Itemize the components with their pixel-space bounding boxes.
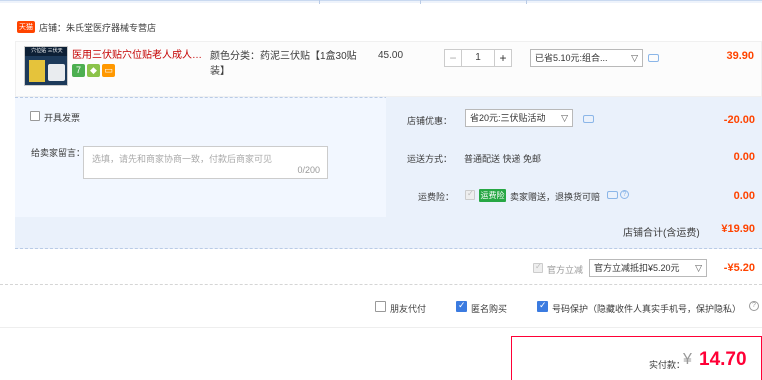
official-discount-label: 官方立减 (547, 265, 584, 275)
guarantee-icon[interactable]: ◆ (87, 64, 100, 77)
shop-total-label: 店铺合计(含运费) (623, 228, 700, 239)
chevron-down-icon: ▽ (631, 53, 638, 63)
official-discount-select[interactable]: 官方立减抵扣¥5.20元 ▽ (589, 259, 707, 277)
shipping-method: 普通配送 快递 免邮 (464, 154, 542, 164)
invoice-label: 开具发票 (44, 113, 81, 123)
pay-label: 实付款： (649, 360, 686, 370)
sku-info: 颜色分类：药泥三伏贴【1盒30贴装】 (210, 51, 357, 77)
currency-symbol: ¥ (683, 351, 692, 368)
header-divider (0, 0, 762, 3)
quantity-stepper: − 1 + (444, 49, 512, 67)
insurance-badge: 运费险 (479, 189, 506, 202)
quantity-input[interactable]: 1 (462, 49, 494, 67)
anonymous-label: 匿名购买 (471, 304, 508, 314)
help-icon[interactable]: ? (749, 301, 759, 311)
chevron-down-icon: ▽ (561, 113, 568, 123)
insurance-label: 运费险： (418, 192, 455, 202)
column-divider (319, 0, 320, 4)
shop-total-value: ¥19.90 (721, 223, 755, 235)
thumbnail-caption: 穴位贴 三伏天 (25, 47, 67, 56)
item-promo-select[interactable]: 已省5.10元:组合... ▽ (530, 49, 643, 67)
friend-pay-label: 朋友代付 (390, 304, 427, 314)
shipping-label: 运送方式： (407, 154, 453, 164)
quantity-plus-button[interactable]: + (494, 49, 512, 67)
official-discount-checkbox[interactable] (533, 262, 543, 273)
chat-icon[interactable] (648, 54, 659, 62)
store-row: 天猫 店铺：朱氏堂医疗器械专营店 (0, 14, 762, 40)
payment-summary-box: 实付款： ¥ 14.70 (511, 336, 762, 380)
item-promo-select-value: 已省5.10元:组合... (535, 53, 608, 63)
privacy-checkbox[interactable] (537, 300, 548, 312)
insurance-checkbox[interactable] (465, 189, 475, 200)
item-subtotal: 39.90 (726, 50, 754, 62)
seller-message-textarea[interactable]: 选填，请先和商家协商一致，付款后商家可见 0/200 (83, 146, 328, 179)
checkout-order-panel: 天猫 店铺：朱氏堂医疗器械专营店 穴位贴 三伏天 医用三伏贴穴位贴老人成人儿童.… (0, 0, 762, 380)
shipping-value: 0.00 (733, 151, 755, 163)
insurance-value: 0.00 (733, 190, 755, 202)
shop-discount-select-value: 省20元:三伏贴活动 (470, 113, 546, 123)
chevron-down-icon: ▽ (695, 263, 702, 273)
shop-discount-label: 店铺优惠： (407, 116, 453, 126)
anonymous-checkbox[interactable] (456, 300, 467, 312)
quantity-minus-button[interactable]: − (444, 49, 462, 67)
pay-amount: 14.70 (699, 349, 747, 370)
tmall-tag: 天猫 (17, 21, 35, 33)
chat-icon[interactable] (607, 191, 618, 199)
thumbnail-patch-art (48, 64, 65, 81)
service-badges: 7 ◆ ▭ (72, 64, 115, 77)
order-item-row: 穴位贴 三伏天 医用三伏贴穴位贴老人成人儿童... 7 ◆ ▭ 颜色分类：药泥三… (15, 41, 762, 97)
chat-icon[interactable] (583, 115, 594, 123)
message-placeholder: 选填，请先和商家协商一致，付款后商家可见 (92, 154, 273, 164)
shop-discount-value: -20.00 (723, 114, 755, 126)
product-title-link[interactable]: 医用三伏贴穴位贴老人成人儿童... (72, 49, 202, 62)
insurance-text: 卖家赠送，退换货可赔 (510, 192, 601, 202)
official-discount-value: -¥5.20 (723, 262, 755, 274)
thumbnail-box-art (29, 60, 45, 82)
friend-pay-checkbox[interactable] (375, 301, 386, 312)
message-label: 给卖家留言： (31, 148, 86, 158)
invoice-checkbox[interactable] (30, 111, 40, 121)
seven-day-return-icon[interactable]: 7 (72, 64, 85, 77)
help-icon[interactable]: ? (620, 190, 629, 199)
official-discount-select-value: 官方立减抵扣¥5.20元 (594, 263, 680, 273)
column-divider (526, 0, 527, 4)
product-thumbnail[interactable]: 穴位贴 三伏天 (24, 46, 68, 86)
shop-discount-select[interactable]: 省20元:三伏贴活动 ▽ (465, 109, 573, 127)
unit-price: 45.00 (378, 50, 404, 61)
message-counter: 0/200 (297, 165, 320, 175)
privacy-label: 号码保护（隐藏收件人真实手机号，保护隐私） (552, 304, 742, 314)
store-name-link[interactable]: 店铺：朱氏堂医疗器械专营店 (39, 21, 156, 34)
credit-card-icon[interactable]: ▭ (102, 64, 115, 77)
column-divider (420, 0, 421, 4)
